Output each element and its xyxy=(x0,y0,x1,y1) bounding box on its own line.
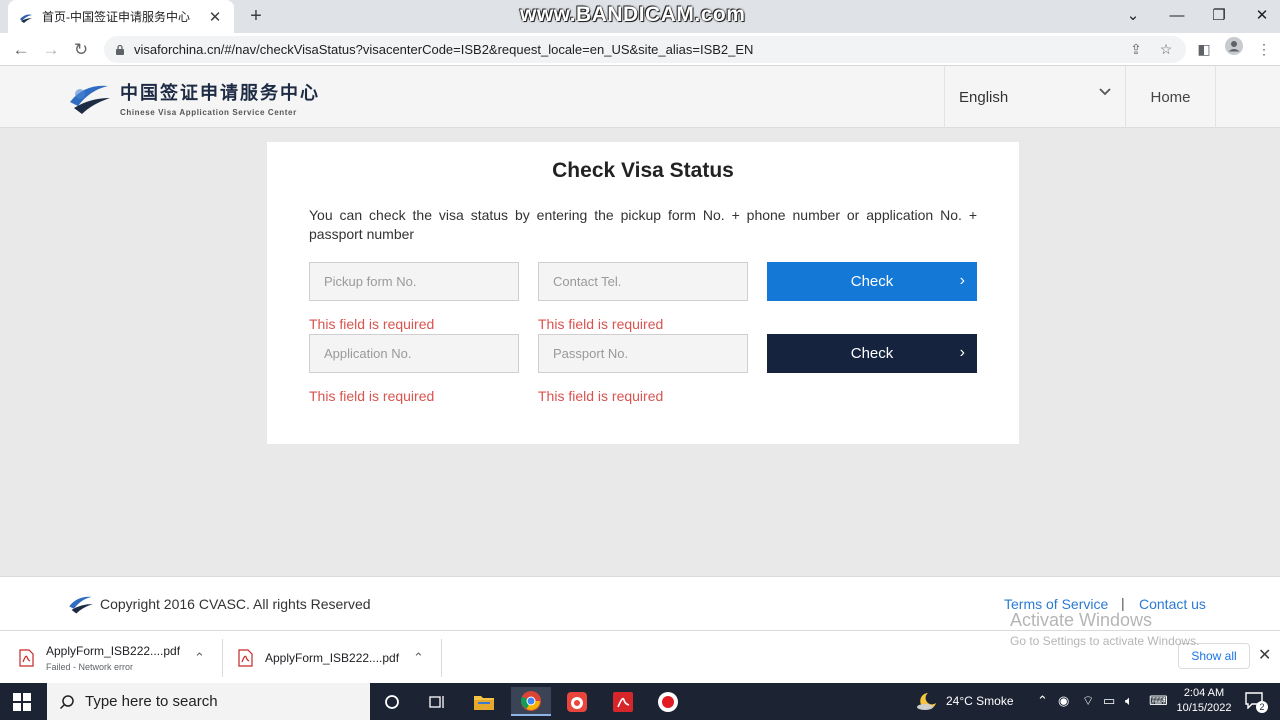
page-title: Check Visa Status xyxy=(552,159,734,182)
share-icon[interactable]: ⇪ xyxy=(1124,37,1148,61)
restore-icon[interactable]: ❐ xyxy=(1207,4,1231,28)
download-status: Failed - Network error xyxy=(46,661,134,672)
chevron-up-icon[interactable]: ⌃ xyxy=(413,650,424,666)
url-text: visaforchina.cn/#/nav/checkVisaStatus?vi… xyxy=(134,42,754,57)
battery-icon[interactable]: ▭ xyxy=(1103,693,1115,709)
browser-tab-bar: 首页-中国签证申请服务中心 ✕ + www.BANDICAM.com ⌄ — ❐… xyxy=(0,0,1280,33)
notifications-icon[interactable]: 2 xyxy=(1244,691,1268,713)
site-logo[interactable]: 中国签证申请服务中心 Chinese Visa Application Serv… xyxy=(68,79,320,117)
bookmark-star-icon[interactable]: ☆ xyxy=(1154,37,1178,61)
download-filename: ApplyForm_ISB222....pdf xyxy=(265,650,400,665)
pdf-file-icon xyxy=(19,648,34,667)
logo-english-text: Chinese Visa Application Service Center xyxy=(120,108,297,117)
contact-error-text: This field is required xyxy=(538,316,664,332)
show-hidden-icons-chevron-icon[interactable]: ⌃ xyxy=(1037,693,1048,709)
menu-kebab-icon[interactable]: ⋮ xyxy=(1252,37,1276,61)
chevron-up-icon[interactable]: ⌃ xyxy=(194,650,205,666)
chevron-right-icon: › xyxy=(959,272,965,289)
logo-chinese-text: 中国签证申请服务中心 xyxy=(120,83,320,104)
new-tab-button[interactable]: + xyxy=(244,4,268,28)
search-icon xyxy=(59,694,74,709)
download-item[interactable]: ApplyForm_ISB222....pdf Failed - Network… xyxy=(18,631,218,684)
site-header: 中国签证申请服务中心 Chinese Visa Application Serv… xyxy=(0,66,1280,128)
passport-no-input[interactable] xyxy=(538,334,748,373)
language-label: English xyxy=(959,88,1009,106)
lock-icon xyxy=(116,44,124,55)
keyboard-icon[interactable]: ⌨ xyxy=(1149,693,1168,709)
bandicam-watermark: www.BANDICAM.com xyxy=(520,3,746,26)
chevron-down-icon xyxy=(1099,88,1111,96)
contact-tel-input[interactable] xyxy=(538,262,748,301)
check-pickup-label: Check xyxy=(850,273,894,290)
activate-windows-title: Activate Windows xyxy=(1010,610,1153,630)
weather-text[interactable]: 24°C Smoke xyxy=(946,694,1014,708)
browser-toolbar: ← → ↻ visaforchina.cn/#/nav/checkVisaSta… xyxy=(0,33,1280,66)
language-selector[interactable]: English xyxy=(944,66,1126,128)
clock-time: 2:04 AM xyxy=(1183,687,1225,699)
weather-moon-icon xyxy=(917,693,936,710)
application-no-input[interactable] xyxy=(309,334,519,373)
footer-separator: | xyxy=(1121,595,1125,611)
pickup-form-input[interactable] xyxy=(309,262,519,301)
check-visa-status-card: Check Visa Status You can check the visa… xyxy=(267,142,1019,444)
windows-start-icon[interactable] xyxy=(12,692,32,712)
check-application-button[interactable]: Check › xyxy=(767,334,977,373)
pickup-error-text: This field is required xyxy=(309,316,435,332)
back-arrow-icon[interactable]: ← xyxy=(8,37,34,63)
download-item[interactable]: ApplyForm_ISB222....pdf ⌃ xyxy=(237,631,437,684)
home-link[interactable]: Home xyxy=(1126,66,1216,128)
pdf-file-icon xyxy=(238,648,253,667)
passport-error-text: This field is required xyxy=(538,388,664,404)
download-divider xyxy=(441,639,442,677)
chevron-right-icon: › xyxy=(959,344,965,361)
tab-close-icon[interactable]: ✕ xyxy=(206,8,224,26)
cvasc-logo-icon xyxy=(70,85,110,114)
tab-title: 首页-中国签证申请服务中心 xyxy=(42,10,190,24)
footer-logo-icon xyxy=(69,596,93,614)
copyright-text: Copyright 2016 CVASC. All rights Reserve… xyxy=(100,596,371,612)
download-divider xyxy=(222,639,223,677)
browser-tab[interactable]: 首页-中国签证申请服务中心 ✕ xyxy=(8,0,234,33)
address-bar[interactable]: visaforchina.cn/#/nav/checkVisaStatus?vi… xyxy=(104,36,1186,63)
minimize-icon[interactable]: — xyxy=(1165,4,1189,28)
network-icon[interactable]: ⌔ xyxy=(1082,693,1094,709)
profile-avatar-icon[interactable] xyxy=(1222,37,1246,61)
application-error-text: This field is required xyxy=(309,388,435,404)
acrobat-icon[interactable] xyxy=(603,687,643,716)
chrome-icon[interactable] xyxy=(511,687,551,716)
taskbar-search[interactable]: Type here to search xyxy=(47,683,370,720)
site-favicon-icon xyxy=(20,14,32,23)
notification-count-badge: 2 xyxy=(1256,701,1268,713)
tab-search-chevron-icon[interactable]: ⌄ xyxy=(1121,4,1145,28)
cortana-icon[interactable] xyxy=(372,687,412,716)
volume-icon[interactable]: 🔈︎ xyxy=(1125,693,1133,709)
forward-arrow-icon[interactable]: → xyxy=(38,37,64,63)
bandicam-record-icon[interactable] xyxy=(648,687,688,716)
clock-date: 10/15/2022 xyxy=(1176,702,1232,714)
activate-windows-subtitle: Go to Settings to activate Windows. xyxy=(1010,634,1200,648)
task-view-icon[interactable] xyxy=(417,687,457,716)
download-filename: ApplyForm_ISB222....pdf xyxy=(46,643,181,658)
windows-taskbar: Type here to search 24°C Smoke ⌃ ◉ ⌔ ▭ 🔈… xyxy=(0,683,1280,720)
reload-icon[interactable]: ↻ xyxy=(68,37,94,63)
system-clock[interactable]: 2:04 AM 10/15/2022 xyxy=(1170,686,1238,716)
instructions-text: You can check the visa status by enterin… xyxy=(309,207,977,242)
record-tray-icon[interactable]: ◉ xyxy=(1058,693,1069,709)
side-panel-icon[interactable]: ◧ xyxy=(1192,37,1216,61)
app-red-icon[interactable] xyxy=(557,687,597,716)
file-explorer-icon[interactable] xyxy=(464,687,504,716)
search-placeholder: Type here to search xyxy=(85,693,218,710)
check-pickup-button[interactable]: Check › xyxy=(767,262,977,301)
main-content: Check Visa Status You can check the visa… xyxy=(0,128,1280,576)
close-shelf-icon[interactable]: ✕ xyxy=(1258,645,1271,665)
check-application-label: Check xyxy=(850,345,894,362)
window-close-icon[interactable]: ✕ xyxy=(1250,4,1274,28)
